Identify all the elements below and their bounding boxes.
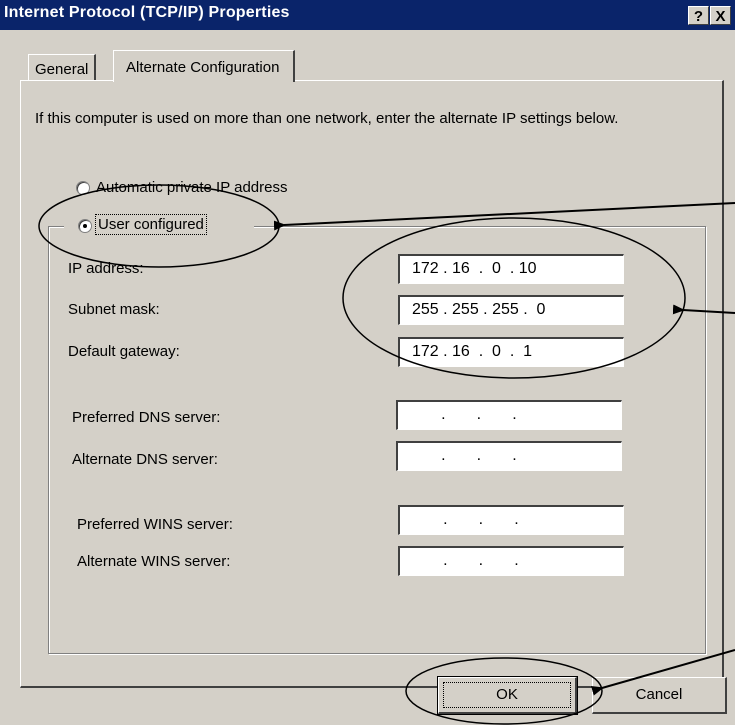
preferred-dns-label: Preferred DNS server: — [72, 409, 221, 426]
window-title: Internet Protocol (TCP/IP) Properties — [4, 4, 290, 21]
radio-user-configured-label[interactable]: User configured — [95, 214, 207, 235]
focus-rectangle — [443, 682, 571, 708]
radio-automatic-private-ip-label[interactable]: Automatic private IP address — [96, 179, 287, 196]
ok-button[interactable]: OK — [437, 676, 578, 715]
subnet-mask-label: Subnet mask: — [68, 301, 160, 318]
preferred-dns-field[interactable]: . . . — [396, 400, 622, 430]
preferred-wins-field[interactable]: . . . — [398, 505, 624, 535]
help-button[interactable]: ? — [688, 6, 709, 25]
default-gateway-field[interactable]: 172 . 16 . 0 . 1 — [398, 337, 624, 367]
preferred-wins-label: Preferred WINS server: — [77, 516, 233, 533]
alternate-wins-field[interactable]: . . . — [398, 546, 624, 576]
default-gateway-label: Default gateway: — [68, 343, 180, 360]
ip-address-label: IP address: — [68, 260, 144, 277]
cancel-button[interactable]: Cancel — [592, 677, 727, 714]
radio-automatic-private-ip[interactable] — [76, 181, 90, 195]
description-text: If this computer is used on more than on… — [35, 110, 619, 127]
user-configured-group — [48, 226, 706, 654]
subnet-mask-field[interactable]: 255 . 255 . 255 . 0 — [398, 295, 624, 325]
alternate-wins-label: Alternate WINS server: — [77, 553, 231, 570]
close-button[interactable]: X — [710, 6, 731, 25]
alternate-dns-field[interactable]: . . . — [396, 441, 622, 471]
radio-user-configured[interactable] — [78, 219, 92, 233]
ip-address-field[interactable]: 172 . 16 . 0 . 10 — [398, 254, 624, 284]
tab-alternate-configuration[interactable]: Alternate Configuration — [113, 50, 296, 82]
alternate-dns-label: Alternate DNS server: — [72, 451, 218, 468]
tab-general[interactable]: General — [28, 54, 97, 81]
